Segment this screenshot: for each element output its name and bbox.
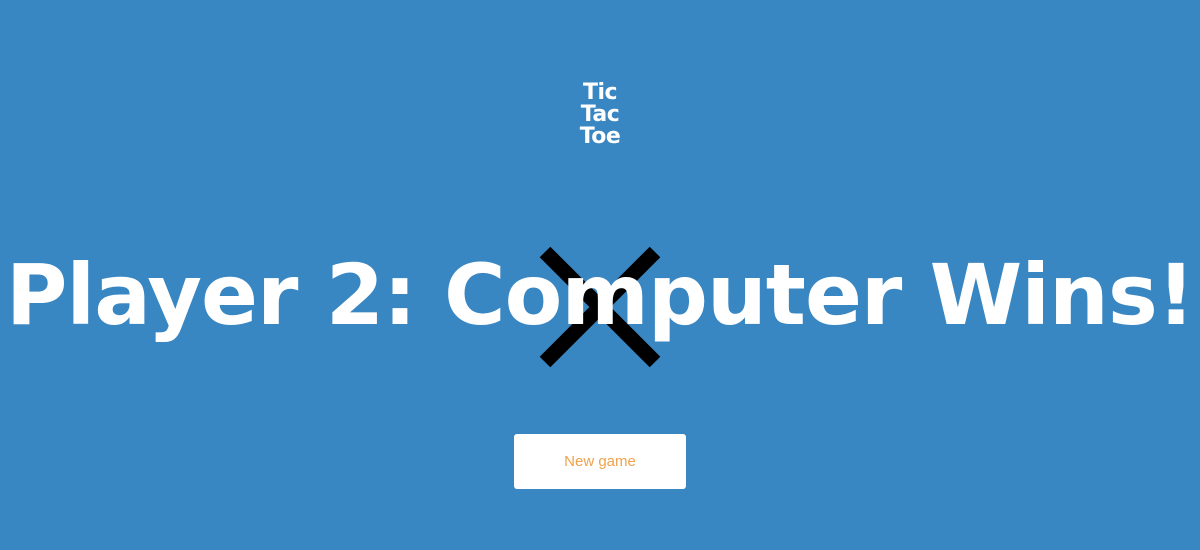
winner-message: Player 2: Computer Wins! <box>5 246 1195 344</box>
tic-tac-toe-logo: Tic Tac Toe <box>560 82 640 148</box>
new-game-button[interactable]: New game <box>514 434 686 489</box>
game-screen: Tic Tac Toe Player 2: Computer Wins! New… <box>0 0 1200 550</box>
logo-line-tac: Tac <box>580 102 620 127</box>
logo-line-tic: Tic <box>582 80 618 105</box>
logo-line-toe: Toe <box>579 124 621 149</box>
